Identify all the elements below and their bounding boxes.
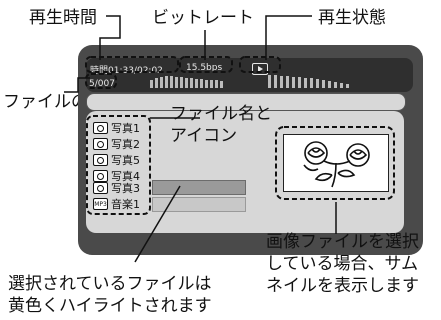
callout-thumbnail-3: ネイルを表示します xyxy=(266,276,419,296)
callout-file-name-icon-1: ファイル名と xyxy=(170,104,272,124)
callout-thumbnail-2: している場合、サム xyxy=(266,254,419,274)
callout-file-name-icon-2: アイコン xyxy=(170,126,238,146)
callout-selected-2: 黄色くハイライトされます xyxy=(8,296,212,316)
callout-selected-1: 選択されているファイルは xyxy=(8,274,212,294)
callout-thumbnail-1: 画像ファイルを選択 xyxy=(266,232,419,252)
